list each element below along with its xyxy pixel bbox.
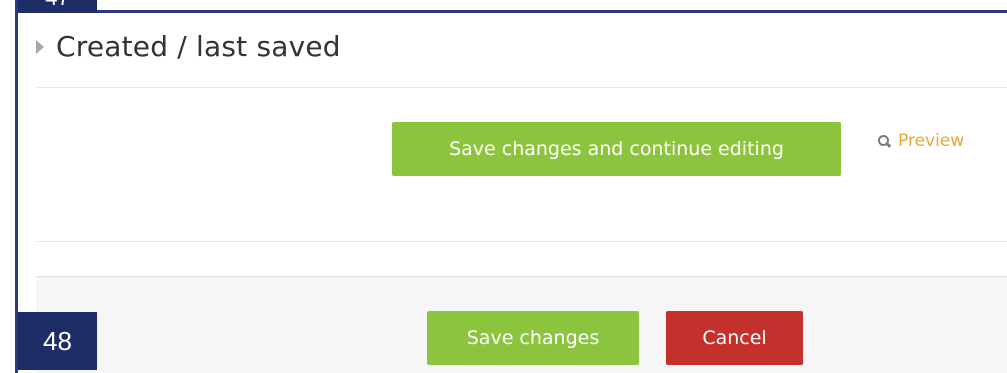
search-icon bbox=[878, 134, 892, 148]
annotation-marker-47: 47 bbox=[18, 0, 97, 13]
section-divider bbox=[36, 87, 1007, 88]
annotation-frame-top bbox=[97, 10, 1007, 13]
preview-label: Preview bbox=[898, 131, 965, 151]
preview-link[interactable]: Preview bbox=[878, 131, 964, 151]
created-last-saved-section-toggle[interactable]: Created / last saved bbox=[36, 30, 341, 63]
save-and-continue-button[interactable]: Save changes and continue editing bbox=[392, 122, 841, 176]
form-divider bbox=[36, 241, 1007, 242]
cancel-button[interactable]: Cancel bbox=[666, 311, 803, 365]
caret-right-icon bbox=[36, 39, 44, 54]
annotation-marker-48: 48 bbox=[18, 312, 97, 370]
screenshot-stage: 47 Created / last saved Save changes and… bbox=[0, 0, 1007, 373]
annotation-marker-47-label: 47 bbox=[45, 0, 69, 9]
save-changes-button[interactable]: Save changes bbox=[427, 311, 639, 365]
annotation-marker-48-label: 48 bbox=[43, 325, 72, 356]
section-title: Created / last saved bbox=[56, 30, 341, 63]
